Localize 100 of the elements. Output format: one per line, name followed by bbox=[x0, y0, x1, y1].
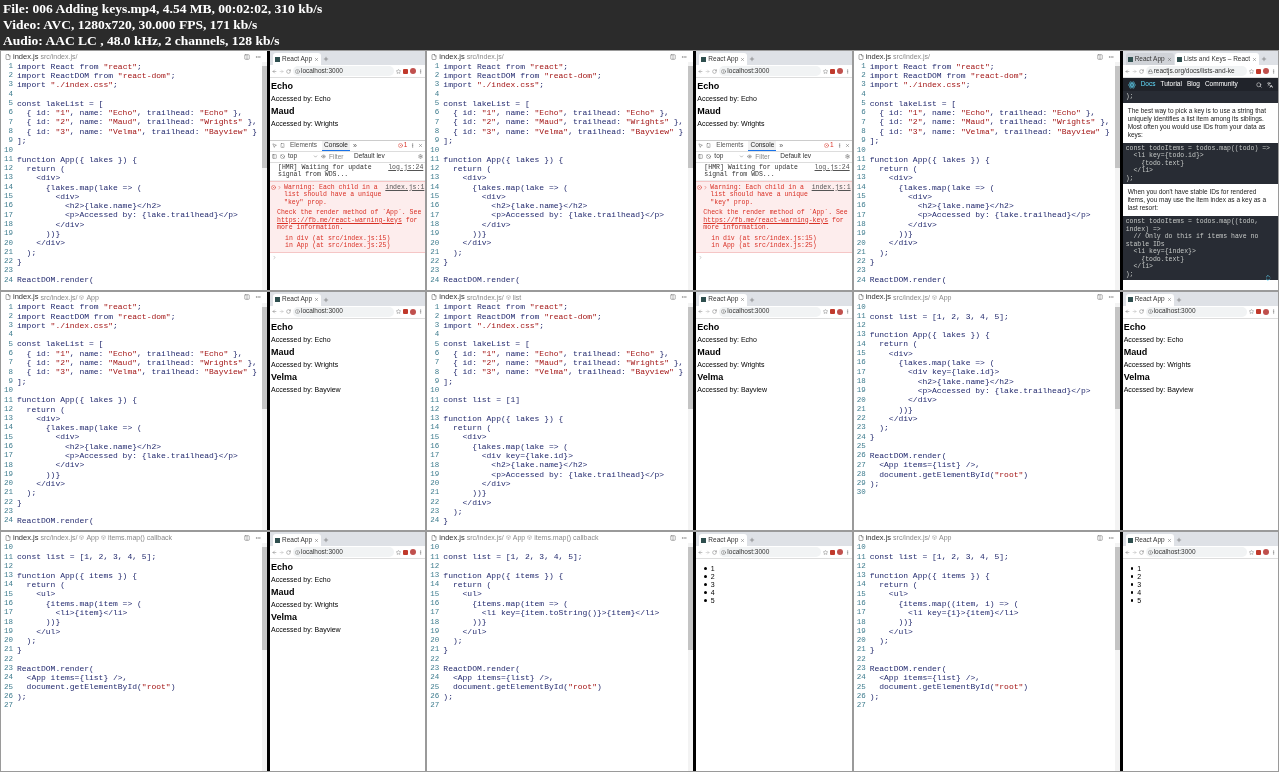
eye-icon[interactable] bbox=[321, 154, 326, 160]
more-icon[interactable] bbox=[1107, 53, 1114, 60]
close-icon[interactable] bbox=[844, 143, 850, 149]
scroll-thumb[interactable] bbox=[1114, 66, 1120, 169]
new-tab-icon[interactable] bbox=[323, 296, 329, 303]
scroll-thumb[interactable] bbox=[1114, 306, 1120, 410]
menu-icon[interactable] bbox=[418, 309, 424, 315]
clear-console-icon[interactable] bbox=[280, 154, 285, 160]
menu-icon[interactable] bbox=[418, 549, 424, 555]
extension-icon[interactable] bbox=[1256, 309, 1261, 315]
reload-icon[interactable] bbox=[286, 309, 291, 315]
back-icon[interactable] bbox=[272, 68, 277, 74]
back-icon[interactable] bbox=[1124, 68, 1130, 74]
star-icon[interactable] bbox=[822, 309, 828, 315]
close-icon[interactable] bbox=[1166, 537, 1172, 543]
extension-icon[interactable] bbox=[829, 68, 835, 74]
settings-icon[interactable] bbox=[418, 154, 424, 160]
more-icon[interactable] bbox=[1107, 294, 1114, 301]
menu-icon[interactable] bbox=[836, 143, 842, 149]
split-editor-icon[interactable] bbox=[1096, 294, 1103, 301]
inspect-icon[interactable] bbox=[698, 143, 704, 149]
forward-icon[interactable] bbox=[705, 68, 711, 74]
back-icon[interactable] bbox=[1124, 549, 1130, 555]
star-icon[interactable] bbox=[396, 309, 402, 315]
forward-icon[interactable] bbox=[705, 549, 711, 555]
forward-icon[interactable] bbox=[279, 68, 284, 74]
extension-icon[interactable] bbox=[403, 309, 409, 315]
reload-icon[interactable] bbox=[712, 68, 718, 74]
back-icon[interactable] bbox=[698, 68, 704, 74]
more-icon[interactable] bbox=[681, 534, 688, 541]
menu-icon[interactable] bbox=[844, 549, 850, 555]
expand-icon[interactable] bbox=[277, 184, 282, 190]
reload-icon[interactable] bbox=[712, 309, 718, 315]
back-icon[interactable] bbox=[272, 549, 277, 555]
reload-icon[interactable] bbox=[286, 549, 291, 555]
scroll-thumb[interactable] bbox=[688, 66, 694, 169]
split-editor-icon[interactable] bbox=[244, 294, 250, 301]
star-icon[interactable] bbox=[396, 68, 402, 74]
avatar-icon[interactable] bbox=[1263, 68, 1269, 74]
avatar-icon[interactable] bbox=[410, 68, 417, 74]
language-icon[interactable] bbox=[1267, 81, 1273, 88]
clear-console-icon[interactable] bbox=[706, 154, 712, 160]
reload-icon[interactable] bbox=[1138, 68, 1144, 74]
inspect-icon[interactable] bbox=[272, 143, 277, 149]
expand-icon[interactable] bbox=[703, 184, 709, 190]
new-tab-icon[interactable] bbox=[1175, 537, 1182, 544]
new-tab-icon[interactable] bbox=[1175, 296, 1182, 303]
close-icon[interactable] bbox=[1166, 56, 1172, 62]
new-tab-icon[interactable] bbox=[323, 56, 329, 62]
extension-icon[interactable] bbox=[829, 549, 835, 555]
avatar-icon[interactable] bbox=[1263, 549, 1269, 556]
star-icon[interactable] bbox=[1249, 309, 1254, 315]
menu-icon[interactable] bbox=[844, 309, 850, 315]
scroll-thumb[interactable] bbox=[262, 547, 267, 650]
reload-icon[interactable] bbox=[1138, 309, 1144, 315]
device-icon[interactable] bbox=[706, 143, 712, 149]
atom-logo-icon[interactable] bbox=[1127, 80, 1136, 89]
extension-icon[interactable] bbox=[1256, 549, 1261, 555]
avatar-icon[interactable] bbox=[410, 308, 417, 315]
more-icon[interactable] bbox=[681, 53, 688, 60]
search-icon[interactable] bbox=[1256, 81, 1262, 88]
avatar-icon[interactable] bbox=[836, 308, 843, 315]
reload-icon[interactable] bbox=[1138, 549, 1144, 555]
back-icon[interactable] bbox=[1124, 309, 1130, 315]
close-icon[interactable] bbox=[314, 56, 319, 62]
menu-icon[interactable] bbox=[1271, 309, 1276, 315]
extension-icon[interactable] bbox=[403, 549, 409, 555]
split-editor-icon[interactable] bbox=[244, 534, 250, 541]
more-icon[interactable] bbox=[255, 294, 261, 301]
star-icon[interactable] bbox=[822, 68, 828, 74]
avatar-icon[interactable] bbox=[836, 549, 843, 556]
extension-icon[interactable] bbox=[403, 68, 409, 74]
back-icon[interactable] bbox=[272, 309, 277, 315]
reload-icon[interactable] bbox=[286, 68, 291, 74]
close-icon[interactable] bbox=[740, 537, 746, 543]
avatar-icon[interactable] bbox=[1263, 308, 1269, 315]
settings-icon[interactable] bbox=[844, 154, 850, 160]
more-icon[interactable] bbox=[255, 534, 261, 541]
scroll-thumb[interactable] bbox=[262, 66, 267, 169]
reload-icon[interactable] bbox=[712, 549, 718, 555]
forward-icon[interactable] bbox=[279, 549, 284, 555]
scroll-thumb[interactable] bbox=[1114, 547, 1120, 650]
scroll-thumb[interactable] bbox=[688, 547, 694, 650]
new-tab-icon[interactable] bbox=[323, 537, 329, 544]
device-icon[interactable] bbox=[280, 143, 285, 149]
sidebar-icon[interactable] bbox=[272, 154, 277, 160]
close-icon[interactable] bbox=[740, 297, 746, 303]
more-icon[interactable] bbox=[255, 53, 261, 60]
new-tab-icon[interactable] bbox=[749, 296, 756, 303]
star-icon[interactable] bbox=[396, 549, 402, 555]
split-editor-icon[interactable] bbox=[670, 294, 677, 301]
split-editor-icon[interactable] bbox=[670, 53, 677, 60]
star-icon[interactable] bbox=[1249, 68, 1254, 74]
split-editor-icon[interactable] bbox=[1096, 53, 1103, 60]
extension-icon[interactable] bbox=[829, 309, 835, 315]
scroll-arrows-icon[interactable] bbox=[1264, 273, 1272, 282]
scroll-thumb[interactable] bbox=[688, 306, 694, 410]
menu-icon[interactable] bbox=[1271, 68, 1276, 74]
scroll-thumb[interactable] bbox=[262, 306, 267, 410]
close-icon[interactable] bbox=[314, 537, 319, 543]
